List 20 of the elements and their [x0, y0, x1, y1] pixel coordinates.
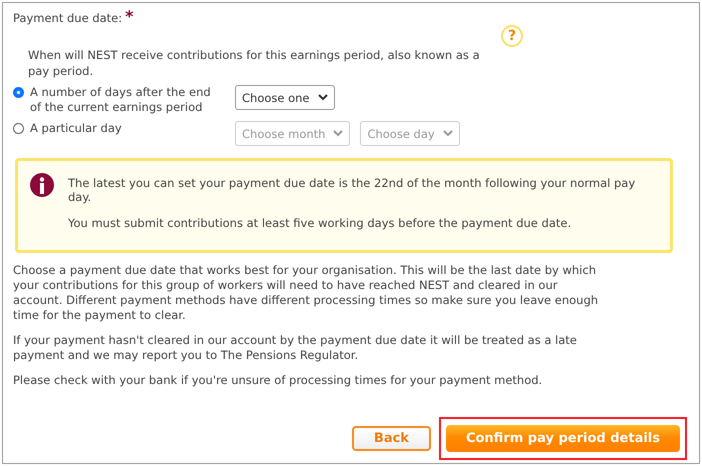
option-label: A number of days after the end of the current earnings period: [30, 85, 212, 115]
option-label: A particular day: [30, 121, 123, 136]
info-icon: [30, 173, 54, 197]
confirm-button[interactable]: Confirm pay period details: [446, 425, 680, 452]
chevron-icon: [333, 130, 344, 137]
info-text: The latest you can set your payment due date is the 22nd of the month following your normal pay day.: [68, 176, 636, 204]
body-text: If your payment hasn't cleared in our account by the payment due date it will be treated as a late payment and we may report you to The Pensions Regulator.: [13, 333, 578, 363]
body-text: Choose a payment due date that works best for your organisation. This will be the last date by which your contributions for this group of workers will need to have reached NEST and cleared in our account. Different payment methods have different processing times so make sure you leave enough time for the payment to clear.: [13, 263, 600, 323]
radio-button[interactable]: [13, 123, 24, 134]
body-text: Please check with your bank if you're unsure of processing times for your payment method.: [13, 373, 544, 388]
chevron-icon: [318, 94, 328, 101]
required-mark: *: [125, 11, 134, 23]
help-icon[interactable]: ?: [501, 25, 523, 47]
radio-button[interactable]: [13, 87, 24, 98]
field-label: Payment due date:: [13, 11, 122, 25]
chevron-icon: [442, 130, 453, 137]
dropdown[interactable]: Choose one: [235, 85, 335, 110]
back-button[interactable]: Back: [352, 426, 431, 451]
field-description: When will NEST receive contributions for this earnings period, also known as a pay period.: [28, 47, 481, 79]
info-text: You must submit contributions at least five working days before the payment due date.: [68, 216, 572, 230]
